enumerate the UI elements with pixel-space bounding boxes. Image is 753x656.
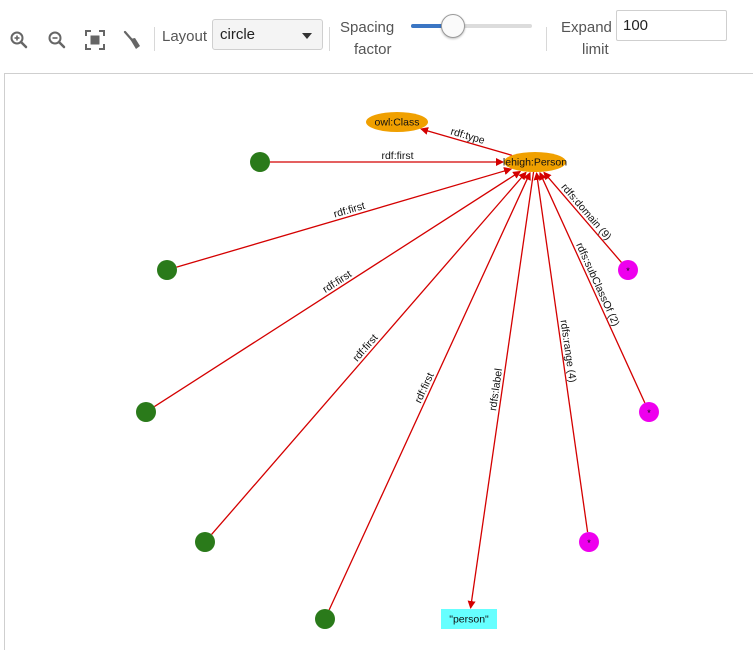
slider-thumb[interactable] <box>440 14 465 38</box>
literal-node[interactable]: "person" <box>441 609 497 629</box>
edge-label: rdf:first <box>412 371 436 405</box>
node-label: "person" <box>449 614 489 626</box>
node-shape[interactable] <box>136 402 156 422</box>
toolbar-divider <box>546 27 547 51</box>
toolbar-divider <box>154 27 155 51</box>
broom-icon[interactable] <box>121 29 143 51</box>
node-shape[interactable] <box>157 260 177 280</box>
node-label: lehigh:Person <box>503 157 567 169</box>
graph-edge[interactable]: rdfs:range (4) <box>533 171 589 533</box>
class-node[interactable]: lehigh:Person <box>503 152 567 172</box>
blank-node[interactable] <box>157 260 177 280</box>
edge-line[interactable] <box>176 167 513 268</box>
node-label: owl:Class <box>375 117 420 129</box>
edge-label: rdfs:domain (9) <box>558 181 613 242</box>
list-node[interactable]: * <box>618 260 638 280</box>
edge-label: rdf:first <box>350 332 380 364</box>
toolbar-divider <box>329 27 330 51</box>
expand-limit-label-line2: limit <box>582 41 609 58</box>
list-node[interactable]: * <box>639 402 659 422</box>
spacing-factor-label-line2: factor <box>354 41 392 58</box>
spacing-factor-label-line1: Spacing <box>340 19 395 36</box>
graph-edge[interactable]: rdf:first <box>270 150 504 166</box>
layout-select-value: circle <box>220 26 256 43</box>
graph-svg[interactable]: rdf:type rdf:first rdf:first rdf:first rdf:f… <box>5 74 753 651</box>
node-shape[interactable] <box>195 532 215 552</box>
blank-node[interactable] <box>195 532 215 552</box>
fit-to-screen-icon[interactable] <box>84 29 106 51</box>
blank-node[interactable] <box>315 609 335 629</box>
list-node[interactable]: * <box>579 532 599 552</box>
edge-line[interactable] <box>539 171 646 404</box>
expand-limit-input[interactable] <box>616 10 727 41</box>
class-node[interactable]: owl:Class <box>366 112 428 132</box>
edge-label: rdf:first <box>332 200 366 221</box>
zoom-out-icon[interactable] <box>46 29 68 51</box>
spacing-factor-slider[interactable] <box>411 13 532 39</box>
edge-label: rdfs:range (4) <box>558 319 579 383</box>
blank-node[interactable] <box>250 152 270 172</box>
node-label: * <box>587 538 591 548</box>
blank-node[interactable] <box>136 402 156 422</box>
edge-line[interactable] <box>467 171 535 609</box>
graph-edge[interactable]: rdfs:subClassOf (2) <box>539 171 646 404</box>
layout-label: Layout <box>162 28 208 45</box>
expand-limit-label-line1: Expand <box>561 19 612 36</box>
graph-edge[interactable]: rdf:first <box>176 167 513 268</box>
node-shape[interactable] <box>315 609 335 629</box>
graph-edge[interactable]: rdf:type <box>420 126 513 156</box>
zoom-in-icon[interactable] <box>8 29 30 51</box>
edge-line[interactable] <box>211 171 527 535</box>
node-label: * <box>647 408 651 418</box>
edge-line[interactable] <box>533 171 589 533</box>
graph-canvas[interactable]: rdf:type rdf:first rdf:first rdf:first rdf:f… <box>4 73 753 650</box>
graph-toolbar: Layout circle Spacing factor Expand limi… <box>0 0 753 72</box>
graph-edge[interactable]: rdf:first <box>211 171 527 535</box>
chevron-down-icon <box>302 33 312 39</box>
layout-select[interactable]: circle <box>212 19 323 50</box>
node-shape[interactable] <box>250 152 270 172</box>
edge-label: rdf:type <box>449 126 486 147</box>
edge-label: rdf:first <box>381 150 413 162</box>
node-label: * <box>626 266 630 276</box>
graph-edge[interactable]: rdfs:label <box>467 171 535 609</box>
